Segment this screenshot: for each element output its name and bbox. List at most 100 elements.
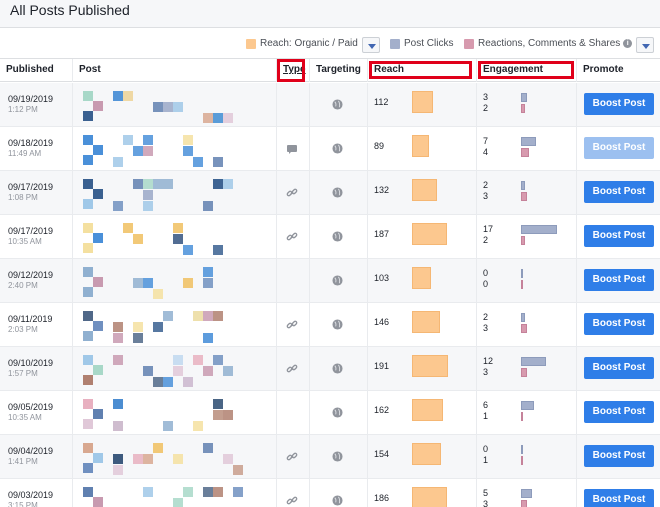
boost-post-button[interactable]: Boost Post bbox=[584, 401, 654, 423]
text-pixel bbox=[213, 157, 223, 167]
engagement-cell: 74 bbox=[476, 127, 576, 171]
post-cell[interactable] bbox=[72, 259, 276, 303]
published-cell: 09/04/2019 1:41 PM bbox=[0, 435, 72, 479]
reactions-bar[interactable] bbox=[521, 236, 525, 245]
boost-post-button[interactable]: Boost Post bbox=[584, 93, 654, 115]
boost-post-button[interactable]: Boost Post bbox=[584, 225, 654, 247]
text-pixel bbox=[173, 454, 183, 464]
text-pixel bbox=[203, 487, 213, 497]
post-clicks-bar[interactable] bbox=[521, 181, 525, 190]
post-cell[interactable] bbox=[72, 391, 276, 435]
table-row[interactable]: 09/12/2019 2:40 PM 103 0 0 Boost Post bbox=[0, 259, 660, 303]
reach-value: 154 bbox=[374, 449, 390, 459]
reach-bar[interactable] bbox=[412, 91, 433, 113]
reach-bar[interactable] bbox=[412, 311, 440, 333]
reactions-value: 2 bbox=[483, 235, 489, 245]
published-time: 1:41 PM bbox=[8, 457, 38, 466]
reactions-bar[interactable] bbox=[521, 412, 523, 421]
post-cell[interactable] bbox=[72, 347, 276, 391]
globe-icon bbox=[332, 275, 343, 286]
post-clicks-bar[interactable] bbox=[521, 269, 523, 278]
text-pixel bbox=[163, 179, 173, 189]
type-cell bbox=[276, 391, 309, 435]
reach-bar[interactable] bbox=[412, 267, 431, 289]
post-cell[interactable] bbox=[72, 303, 276, 347]
reach-bar[interactable] bbox=[412, 355, 448, 377]
boost-post-button[interactable]: Boost Post bbox=[584, 445, 654, 467]
reach-bar[interactable] bbox=[412, 399, 443, 421]
reach-bar[interactable] bbox=[412, 179, 437, 201]
reactions-bar[interactable] bbox=[521, 192, 527, 201]
thumbnail-pixel bbox=[83, 311, 93, 321]
post-clicks-bar[interactable] bbox=[521, 489, 532, 498]
boost-post-button[interactable]: Boost Post bbox=[584, 181, 654, 203]
reach-dropdown-button[interactable] bbox=[362, 37, 380, 53]
table-row[interactable]: 09/11/2019 2:03 PM 146 2 3 Boost Post bbox=[0, 303, 660, 347]
link-icon bbox=[286, 496, 298, 505]
reactions-value: 0 bbox=[483, 279, 489, 289]
info-icon[interactable]: i bbox=[623, 39, 633, 48]
col-published[interactable]: Published bbox=[0, 59, 72, 82]
reactions-bar[interactable] bbox=[521, 500, 527, 507]
post-cell[interactable] bbox=[72, 479, 276, 507]
thumbnail-pixel bbox=[83, 179, 93, 189]
targeting-cell bbox=[309, 259, 367, 303]
reactions-value: 4 bbox=[483, 147, 489, 157]
post-cell[interactable] bbox=[72, 127, 276, 171]
reactions-bar[interactable] bbox=[521, 104, 525, 113]
targeting-cell bbox=[309, 127, 367, 171]
engagement-dropdown-button[interactable] bbox=[636, 37, 654, 53]
promote-cell: Boost Post bbox=[576, 435, 660, 479]
boost-post-button[interactable]: Boost Post bbox=[584, 269, 654, 291]
table-row[interactable]: 09/17/2019 1:08 PM 132 2 3 Boost Post bbox=[0, 171, 660, 215]
thumbnail-pixel bbox=[83, 487, 93, 497]
reactions-bar[interactable] bbox=[521, 324, 527, 333]
reach-bar[interactable] bbox=[412, 135, 429, 157]
post-clicks-bar[interactable] bbox=[521, 225, 557, 234]
post-clicks-bar[interactable] bbox=[521, 357, 546, 366]
promote-cell: Boost Post bbox=[576, 303, 660, 347]
reactions-bar[interactable] bbox=[521, 280, 523, 289]
text-pixel bbox=[213, 311, 223, 321]
text-pixel bbox=[213, 487, 223, 497]
boost-post-button[interactable]: Boost Post bbox=[584, 489, 654, 507]
post-clicks-bar[interactable] bbox=[521, 137, 536, 146]
reactions-bar[interactable] bbox=[521, 368, 527, 377]
col-post[interactable]: Post bbox=[72, 59, 276, 82]
post-cell[interactable] bbox=[72, 215, 276, 259]
post-clicks-bar[interactable] bbox=[521, 445, 523, 454]
col-targeting[interactable]: Targeting bbox=[309, 59, 367, 82]
table-row[interactable]: 09/04/2019 1:41 PM 154 0 1 Boost Post bbox=[0, 435, 660, 479]
reach-bar[interactable] bbox=[412, 487, 447, 507]
text-pixel bbox=[113, 355, 123, 365]
reach-value: 146 bbox=[374, 317, 390, 327]
boost-post-button[interactable]: Boost Post bbox=[584, 313, 654, 335]
text-pixel bbox=[153, 102, 163, 112]
post-cell[interactable] bbox=[72, 171, 276, 215]
table-row[interactable]: 09/03/2019 3:15 PM 186 5 3 Boost Post bbox=[0, 479, 660, 507]
post-cell[interactable] bbox=[72, 83, 276, 127]
post-cell[interactable] bbox=[72, 435, 276, 479]
reach-cell: 146 bbox=[367, 303, 476, 347]
post-clicks-bar[interactable] bbox=[521, 93, 527, 102]
table-row[interactable]: 09/05/2019 10:35 AM 162 6 1 Boost Post bbox=[0, 391, 660, 435]
table-row[interactable]: 09/10/2019 1:57 PM 191 12 3 Boost Post bbox=[0, 347, 660, 391]
boost-post-button[interactable]: Boost Post bbox=[584, 357, 654, 379]
reactions-bar[interactable] bbox=[521, 456, 523, 465]
table-row[interactable]: 09/18/2019 11:49 AM 89 7 4 Boost Post bbox=[0, 127, 660, 171]
published-date: 09/05/2019 bbox=[8, 402, 54, 412]
post-clicks-bar[interactable] bbox=[521, 313, 525, 322]
reach-bar[interactable] bbox=[412, 223, 447, 245]
boost-post-button[interactable]: Boost Post bbox=[584, 137, 654, 159]
reactions-bar[interactable] bbox=[521, 148, 529, 157]
reach-value: 132 bbox=[374, 185, 390, 195]
reach-bar[interactable] bbox=[412, 443, 441, 465]
text-pixel bbox=[173, 234, 183, 244]
table-row[interactable]: 09/17/2019 10:35 AM 187 17 2 Boost Post bbox=[0, 215, 660, 259]
text-pixel bbox=[203, 278, 213, 288]
table-row[interactable]: 09/19/2019 1:12 PM 112 3 2 Boost Post bbox=[0, 83, 660, 127]
type-highlight-box bbox=[277, 59, 305, 82]
post-clicks-bar[interactable] bbox=[521, 401, 534, 410]
thumbnail-pixel bbox=[93, 453, 103, 463]
page-header: All Posts Published bbox=[0, 0, 660, 28]
